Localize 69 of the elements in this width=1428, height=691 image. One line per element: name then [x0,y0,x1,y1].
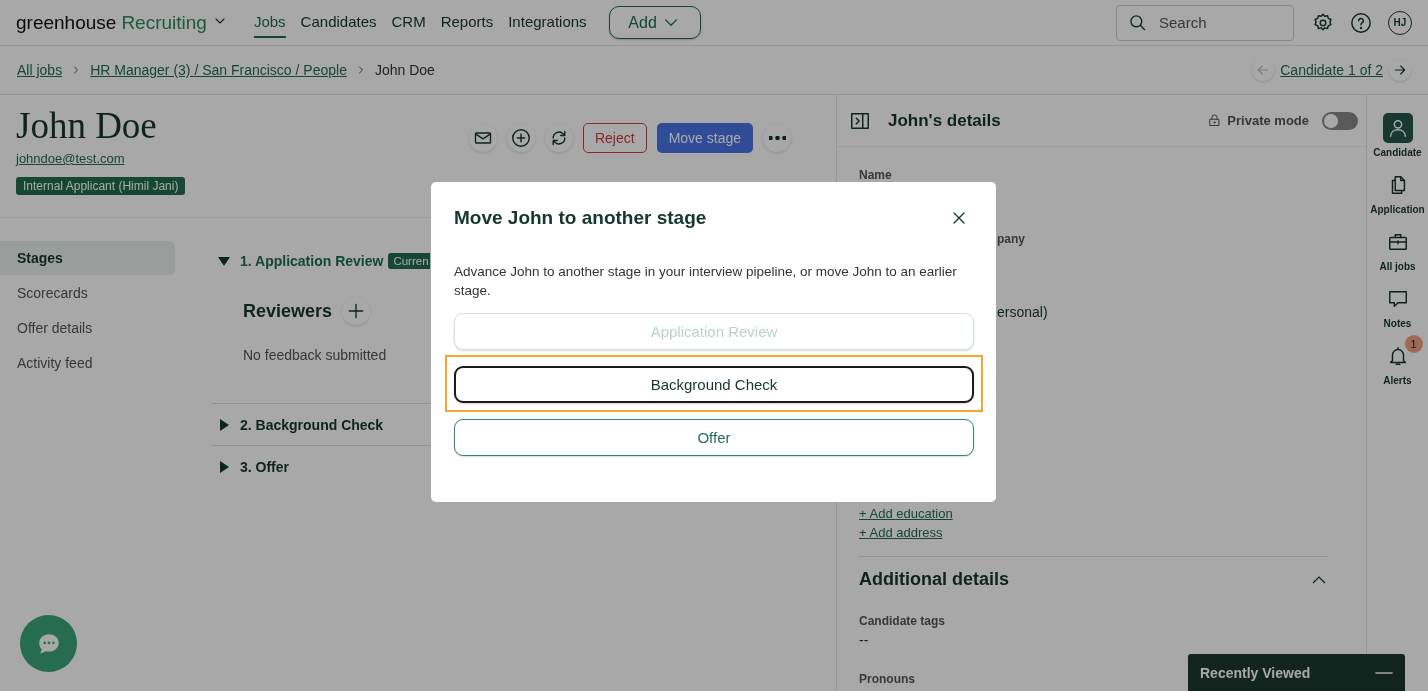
transfer-button[interactable] [544,124,573,152]
field-value: -- [859,632,869,648]
section-title: Additional details [859,569,1009,590]
add-link[interactable]: + Add address [859,523,943,542]
sidebar-item[interactable]: Offer details [0,311,175,345]
rail-tab[interactable]: Notes [1368,278,1427,329]
sidebar-item[interactable]: Scorecards [0,276,175,310]
search-icon [1128,12,1148,33]
candidate-pager-link[interactable]: Candidate 1 of 2 [1280,62,1383,78]
stage-option[interactable]: Background Check [454,366,974,403]
reviewers-heading: Reviewers [243,300,333,322]
caret-right-icon[interactable] [218,460,230,473]
private-mode-label: Private mode [1227,113,1309,128]
rail-tab[interactable]: Candidate [1368,107,1427,158]
stage-option[interactable]: Offer [454,419,974,456]
field-label: pany [997,232,1025,246]
breadcrumb-link[interactable]: HR Manager (3) / San Francisco / People [90,62,347,78]
reject-button[interactable]: Reject [582,123,647,153]
alert-count-badge: 1 [1404,335,1423,353]
current-badge: Curren [388,253,430,269]
minimize-icon [1375,671,1393,674]
more-icon [768,136,786,140]
move-stage-button[interactable]: Move stage [656,123,753,153]
add-reviewer-button[interactable] [342,297,371,325]
nav-link[interactable]: Candidates [300,7,377,38]
email-button[interactable] [468,124,497,152]
search-field[interactable]: Search [1116,4,1294,41]
field-label: Pronouns [859,672,915,686]
arrow-right-icon [1392,62,1408,78]
add-link[interactable]: + Add education [859,504,953,523]
briefcase-icon [1386,231,1409,253]
add-button[interactable] [506,124,535,152]
applicant-tag: Internal Applicant (Himil Jani) [16,177,186,195]
panel-title: John's details [888,110,1001,131]
nav-link[interactable]: Reports [440,7,494,38]
help-icon [1350,11,1372,34]
email-link[interactable]: johndoe@test.com [16,151,125,166]
rail-tab[interactable]: All jobs [1368,221,1427,272]
field-label: Candidate tags [859,614,945,628]
stage-title[interactable]: 1. Application Review [240,253,384,269]
nav-link[interactable]: Jobs [253,7,286,38]
field-value: ersonal) [997,304,1048,320]
sidebar-item[interactable]: Stages [0,241,175,275]
stage-title[interactable]: 3. Offer [240,458,289,475]
stage-title[interactable]: 2. Background Check [240,416,384,433]
private-mode-toggle[interactable] [1322,111,1358,130]
recently-viewed-bar[interactable]: Recently Viewed [1188,654,1405,691]
nav-link[interactable]: Integrations [508,7,587,38]
nav-link[interactable]: CRM [391,7,426,38]
add-button[interactable]: Add [608,6,701,39]
rail-tab[interactable]: Alerts 1 [1368,335,1427,386]
logo[interactable]: greenhouse [16,11,117,34]
candidate-name: John Doe [16,107,158,145]
chat-button[interactable] [20,615,77,672]
breadcrumb-current: John Doe [374,62,435,78]
sidebar-item[interactable]: Activity feed [0,346,175,380]
field-label: Name [859,168,892,182]
caret-right-icon[interactable] [218,418,230,431]
feedback-text: No feedback submitted [243,347,387,363]
dialog-title: Move John to another stage [454,207,707,229]
breadcrumb-link[interactable]: All jobs [17,62,63,78]
dialog-description: Advance John to another stage in your interview pipeline, or move John to an earlier stage. [454,263,958,300]
plus-circle-icon [509,127,532,149]
rail-tab[interactable]: Application [1368,164,1427,215]
speech-bubble-icon [1386,288,1409,310]
more-button[interactable] [763,124,791,152]
lock-icon [1207,113,1223,128]
caret-down-icon[interactable] [218,255,230,267]
product-name: Recruiting [121,11,207,34]
